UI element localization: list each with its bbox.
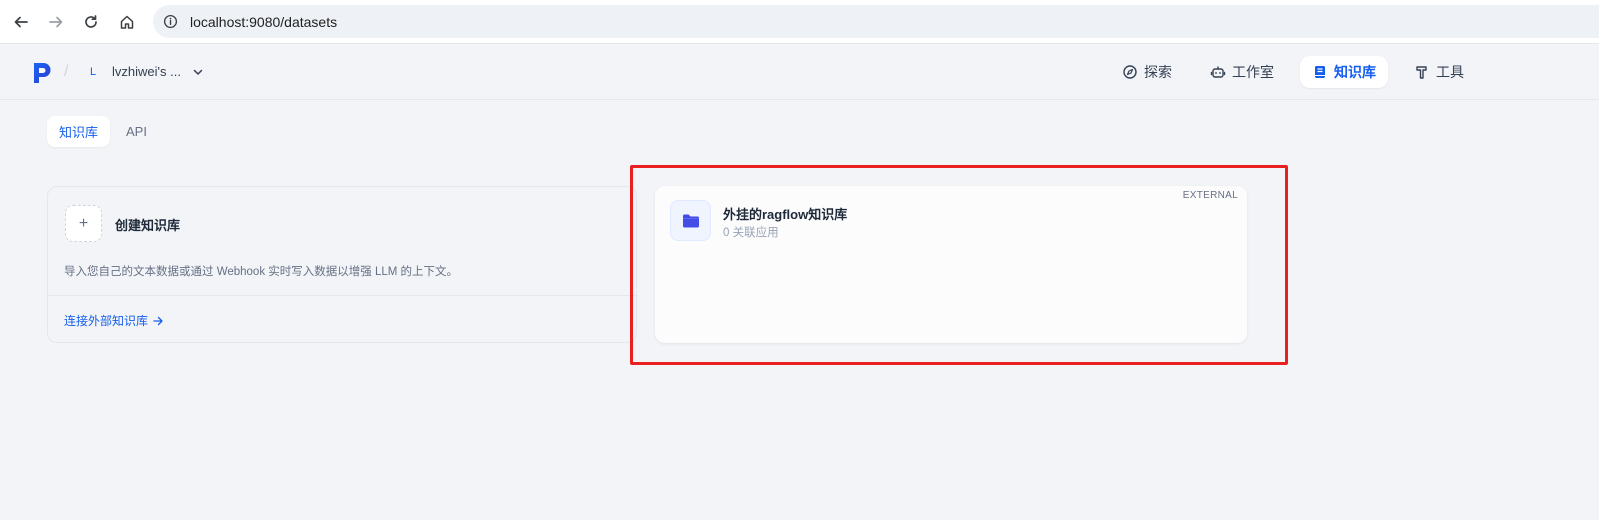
site-info-icon[interactable] <box>163 14 178 29</box>
nav-tools-label: 工具 <box>1436 64 1464 80</box>
nav-studio-label: 工作室 <box>1232 64 1274 80</box>
hammer-icon <box>1416 66 1427 79</box>
forward-button[interactable] <box>42 8 70 36</box>
tab-knowledge[interactable]: 知识库 <box>47 116 111 147</box>
highlight-annotation <box>630 165 1288 365</box>
browser-toolbar: localhost:9080/datasets <box>0 0 1599 44</box>
connect-external-label: 连接外部知识库 <box>64 314 149 328</box>
nav-studio[interactable]: 工作室 <box>1198 56 1286 88</box>
nav-explore-label: 探索 <box>1144 64 1172 80</box>
create-knowledge-title[interactable]: 创建知识库 <box>115 215 180 234</box>
create-knowledge-description: 导入您自己的文本数据或通过 Webhook 实时写入数据以增强 LLM 的上下文… <box>64 266 459 278</box>
book-icon <box>1315 66 1325 78</box>
nav-explore[interactable]: 探索 <box>1110 56 1184 88</box>
app-header: / L lvzhiwei's ... 探索 工作室 知识库 工具 <box>0 45 1599 100</box>
workspace-avatar: L <box>89 66 97 78</box>
chevron-down-icon[interactable] <box>191 65 205 79</box>
tab-api[interactable]: API <box>114 116 159 147</box>
home-icon <box>120 15 134 29</box>
reload-button[interactable] <box>77 8 105 36</box>
workspace-name[interactable]: lvzhiwei's ... <box>112 64 181 79</box>
arrow-right-icon <box>153 316 163 325</box>
back-button[interactable] <box>7 8 35 36</box>
nav-knowledge[interactable]: 知识库 <box>1300 56 1388 88</box>
breadcrumb-separator: / <box>64 63 69 80</box>
address-bar[interactable]: localhost:9080/datasets <box>153 5 1599 38</box>
dataset-tabs: 知识库 API <box>47 116 163 147</box>
main-nav: 探索 工作室 知识库 工具 <box>1110 56 1490 88</box>
card-divider <box>48 295 638 296</box>
nav-knowledge-label: 知识库 <box>1334 64 1376 80</box>
reload-icon <box>85 15 97 28</box>
plus-icon[interactable]: + <box>65 205 102 242</box>
arrow-left-icon <box>14 16 28 28</box>
nav-tools[interactable]: 工具 <box>1402 56 1476 88</box>
connect-external-link[interactable]: 连接外部知识库 <box>64 312 164 329</box>
robot-icon <box>1210 66 1226 78</box>
url-text[interactable]: localhost:9080/datasets <box>190 14 337 30</box>
arrow-right-icon <box>49 16 63 28</box>
create-knowledge-card[interactable]: + 创建知识库 导入您自己的文本数据或通过 Webhook 实时写入数据以增强 … <box>47 186 638 343</box>
home-button[interactable] <box>113 8 141 36</box>
compass-icon <box>1123 65 1137 79</box>
app-logo[interactable] <box>33 62 53 84</box>
